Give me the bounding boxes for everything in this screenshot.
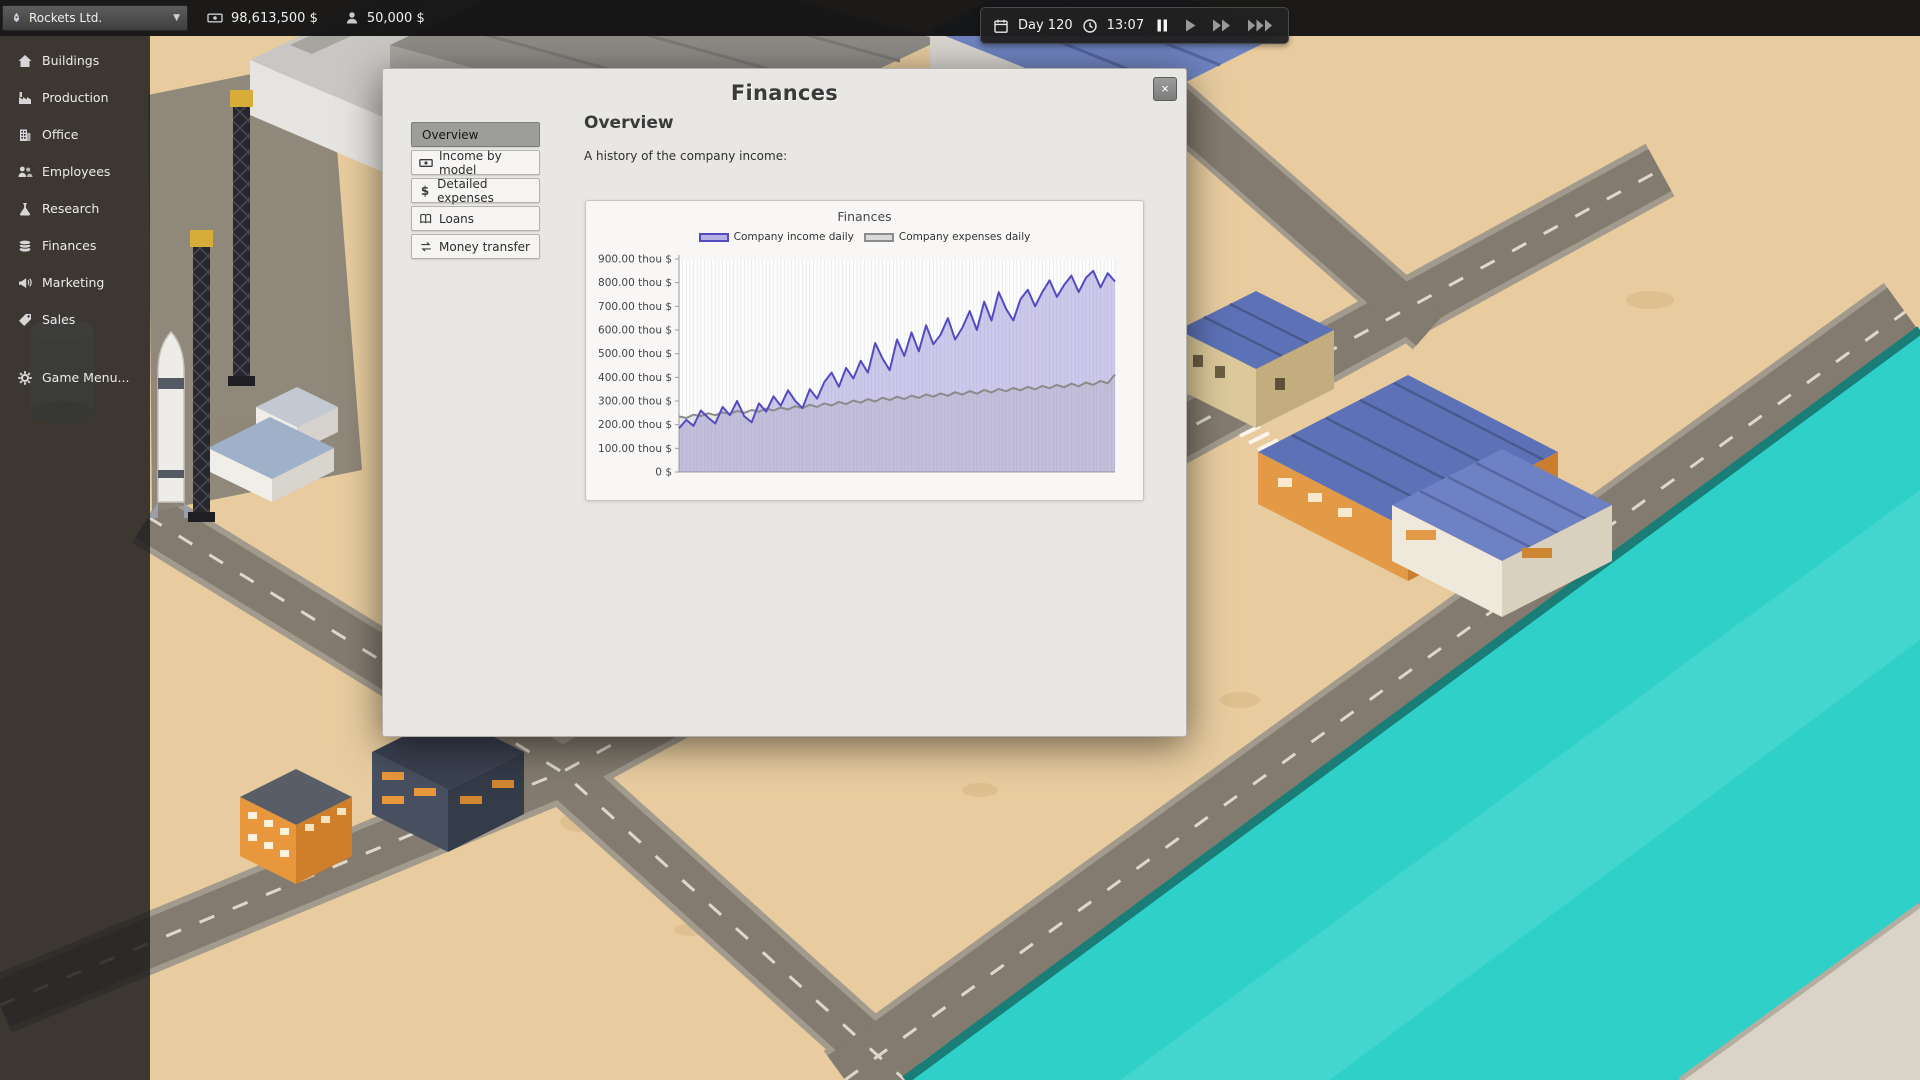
person-icon <box>344 10 360 26</box>
payroll-value: 50,000 $ <box>367 11 425 26</box>
app-root: Rockets Ltd. ▼ 98,613,500 $ 50,000 $ Day… <box>0 0 1920 1080</box>
transfer-icon <box>419 240 433 254</box>
company-name: Rockets Ltd. <box>29 11 102 25</box>
time-panel: Day 120 13:07 <box>980 7 1289 44</box>
cash-value: 98,613,500 $ <box>231 11 318 26</box>
top-bar: Rockets Ltd. ▼ 98,613,500 $ 50,000 $ <box>0 0 1920 36</box>
day-label: Day 120 <box>1018 18 1073 33</box>
svg-text:900.00 thou $: 900.00 thou $ <box>598 254 672 266</box>
research-icon <box>16 200 33 217</box>
sales-icon <box>16 311 33 328</box>
finances-dialog: Finances × Overview Income by model $ De… <box>382 68 1187 737</box>
sidebar-item-label: Game Menu... <box>42 370 129 385</box>
tab-label: Money transfer <box>439 240 530 254</box>
payroll-stat: 50,000 $ <box>344 10 425 26</box>
dollar-icon: $ <box>419 184 431 198</box>
sidebar-item-label: Research <box>42 201 99 216</box>
fast-forward-icon <box>1212 18 1232 33</box>
sidebar-item-label: Finances <box>42 238 96 253</box>
sidebar-item-label: Marketing <box>42 275 104 290</box>
sidebar-item-production[interactable]: Production <box>0 79 150 116</box>
production-icon <box>16 89 33 106</box>
rocket-icon <box>10 12 23 25</box>
close-icon: × <box>1161 81 1169 96</box>
sidebar-item-buildings[interactable]: Buildings <box>0 42 150 79</box>
chart-plot: 0 $ 100.00 thou $ 200.00 thou $ 300.00 thou… <box>586 201 1143 500</box>
tab-overview[interactable]: Overview <box>411 122 540 147</box>
sidebar-item-label: Office <box>42 127 79 142</box>
sidebar-item-label: Employees <box>42 164 110 179</box>
sidebar: Buildings Production Office Employees Re… <box>0 36 150 1080</box>
finances-chart: Finances Company income dailyCompany exp… <box>585 200 1144 501</box>
office-icon <box>16 126 33 143</box>
buildings-icon <box>16 52 33 69</box>
svg-text:0 $: 0 $ <box>655 467 672 479</box>
finances-icon <box>16 237 33 254</box>
sidebar-item-label: Sales <box>42 312 75 327</box>
sidebar-item-finances[interactable]: Finances <box>0 227 150 264</box>
tab-label: Loans <box>439 212 474 226</box>
banknote-icon <box>419 156 433 170</box>
svg-text:100.00 thou $: 100.00 thou $ <box>598 443 672 455</box>
employees-icon <box>16 163 33 180</box>
company-selector[interactable]: Rockets Ltd. ▼ <box>2 5 188 31</box>
tab-income-by-model[interactable]: Income by model <box>411 150 540 175</box>
finances-tabs: Overview Income by model $ Detailed expe… <box>411 122 540 259</box>
chevron-down-icon: ▼ <box>173 13 180 23</box>
fast-forward-button[interactable] <box>1209 16 1235 35</box>
section-description: A history of the company income: <box>584 149 787 163</box>
loans-icon <box>419 212 433 226</box>
sidebar-item-employees[interactable]: Employees <box>0 153 150 190</box>
tab-label: Income by model <box>439 149 533 177</box>
sidebar-item-label: Buildings <box>42 53 99 68</box>
sidebar-item-game-menu[interactable]: Game Menu... <box>0 359 150 396</box>
pause-icon <box>1156 18 1169 33</box>
sidebar-item-marketing[interactable]: Marketing <box>0 264 150 301</box>
tab-detailed-expenses[interactable]: $ Detailed expenses <box>411 178 540 203</box>
pause-button[interactable] <box>1153 16 1172 35</box>
sidebar-item-office[interactable]: Office <box>0 116 150 153</box>
svg-text:500.00 thou $: 500.00 thou $ <box>598 348 672 360</box>
sidebar-item-label: Production <box>42 90 109 105</box>
sidebar-item-sales[interactable]: Sales <box>0 301 150 338</box>
clock-label: 13:07 <box>1107 18 1144 33</box>
clock-icon <box>1082 18 1098 34</box>
svg-text:800.00 thou $: 800.00 thou $ <box>598 277 672 289</box>
svg-text:600.00 thou $: 600.00 thou $ <box>598 325 672 337</box>
close-button[interactable]: × <box>1153 77 1177 101</box>
svg-text:200.00 thou $: 200.00 thou $ <box>598 419 672 431</box>
cash-stat: 98,613,500 $ <box>206 10 318 26</box>
gear-icon <box>16 369 33 386</box>
money-icon <box>206 10 224 26</box>
svg-text:700.00 thou $: 700.00 thou $ <box>598 301 672 313</box>
tab-loans[interactable]: Loans <box>411 206 540 231</box>
tab-money-transfer[interactable]: Money transfer <box>411 234 540 259</box>
section-title: Overview <box>584 113 674 133</box>
tab-label: Overview <box>419 128 479 142</box>
dialog-title: Finances <box>383 81 1186 105</box>
svg-text:400.00 thou $: 400.00 thou $ <box>598 372 672 384</box>
tab-label: Detailed expenses <box>437 177 533 205</box>
marketing-icon <box>16 274 33 291</box>
svg-text:300.00 thou $: 300.00 thou $ <box>598 396 672 408</box>
calendar-icon <box>993 18 1009 34</box>
fastest-forward-icon <box>1247 18 1273 33</box>
fastest-forward-button[interactable] <box>1244 16 1276 35</box>
play-icon <box>1184 18 1197 33</box>
play-button[interactable] <box>1181 16 1200 35</box>
sidebar-item-research[interactable]: Research <box>0 190 150 227</box>
